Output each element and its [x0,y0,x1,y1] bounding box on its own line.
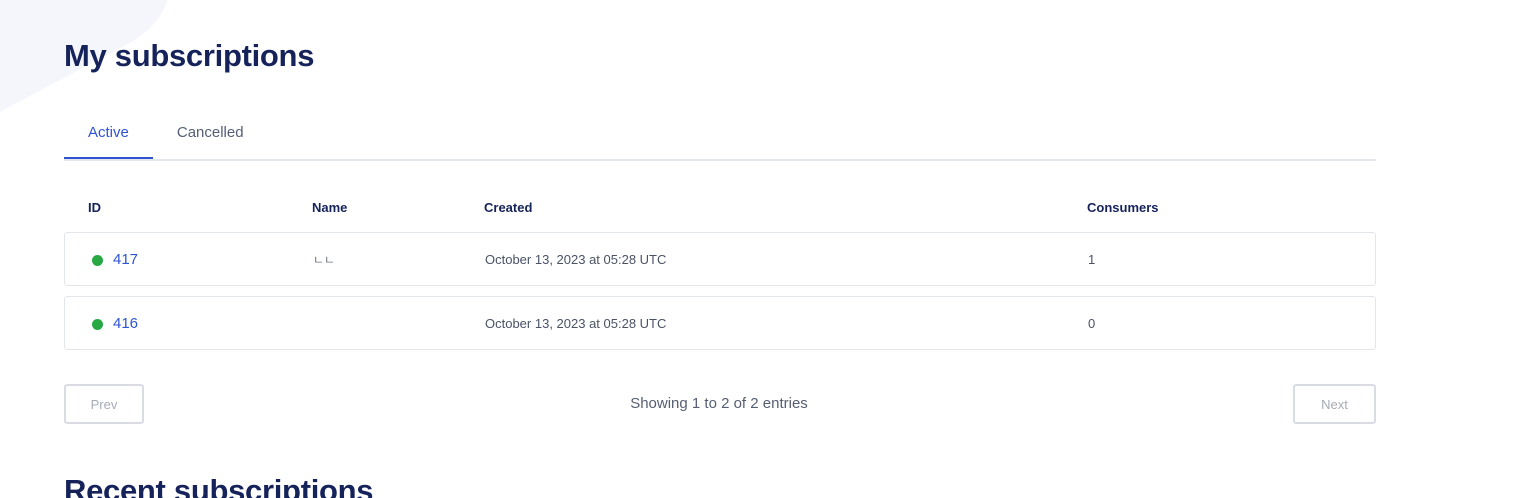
recent-subscriptions-title: Recent subscriptions [64,473,374,498]
tab-cancelled[interactable]: Cancelled [153,104,268,159]
subscription-name: ㄴㄴ [313,253,336,267]
subscription-created: October 13, 2023 at 05:28 UTC [485,252,667,267]
subscription-id-link[interactable]: 417 [113,233,138,287]
prev-button[interactable]: Prev [64,384,144,424]
status-active-icon [92,319,103,330]
next-button[interactable]: Next [1293,384,1376,424]
status-active-icon [92,255,103,266]
subscriptions-page: My subscriptions Active Cancelled ID Nam… [0,0,1522,498]
column-header-consumers: Consumers [1087,200,1159,215]
pagination: Showing 1 to 2 of 2 entries Prev Next [64,384,1376,424]
tab-active[interactable]: Active [64,104,153,159]
subscription-id-link[interactable]: 416 [113,297,138,351]
column-header-name: Name [312,200,348,215]
table-row: 416 October 13, 2023 at 05:28 UTC 0 [64,296,1376,350]
column-header-created: Created [484,200,533,215]
column-header-id: ID [88,200,101,215]
subscription-consumers: 1 [1088,252,1096,267]
subscriptions-table: 417 ㄴㄴ October 13, 2023 at 05:28 UTC 1 4… [64,232,1376,360]
pagination-info: Showing 1 to 2 of 2 entries [630,395,808,412]
subscription-consumers: 0 [1088,316,1096,331]
subscription-created: October 13, 2023 at 05:28 UTC [485,316,667,331]
table-row: 417 ㄴㄴ October 13, 2023 at 05:28 UTC 1 [64,232,1376,286]
subscription-tabs: Active Cancelled [64,104,1376,161]
page-title: My subscriptions [64,38,315,73]
table-header: ID Name Created Consumers [64,200,1376,220]
